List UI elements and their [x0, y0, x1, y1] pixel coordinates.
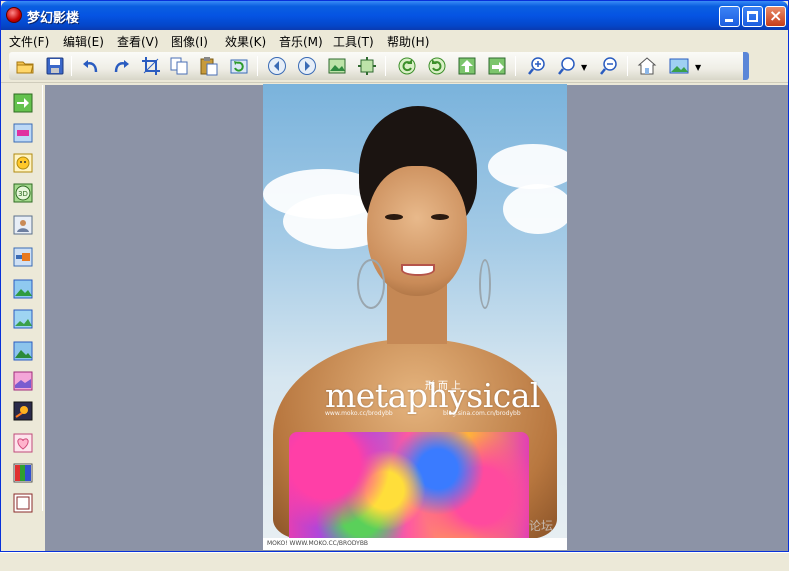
photo-cloud: [503, 184, 567, 234]
toolbar-separator: [515, 56, 516, 76]
displayed-photo: 形而上 metaphysical www.moko.cc/brodybb blo…: [263, 84, 567, 550]
photo-eye: [385, 214, 403, 220]
actual-size-icon[interactable]: [357, 56, 377, 76]
wallpaper-icon[interactable]: [669, 56, 689, 76]
next-icon[interactable]: [297, 56, 317, 76]
title-bar[interactable]: 梦幻影楼 ×: [1, 1, 788, 30]
redo-icon[interactable]: [111, 56, 131, 76]
zoom-in-icon[interactable]: [527, 56, 547, 76]
previous-icon[interactable]: [267, 56, 287, 76]
menu-edit[interactable]: 编辑(E): [63, 33, 104, 50]
photo-earring: [479, 259, 491, 309]
app-logo-icon: [6, 7, 22, 23]
portrait-icon[interactable]: [13, 215, 33, 235]
rotate-right-icon[interactable]: [427, 56, 447, 76]
heart-scene-icon[interactable]: [13, 371, 33, 391]
heart-icon[interactable]: [13, 433, 33, 453]
effects-sidebar: 3D: [5, 85, 43, 513]
landscape-alt-icon[interactable]: [13, 309, 33, 329]
photo-footer-caption: MOKO! WWW.MOKO.CC/BRODYBB: [267, 540, 369, 547]
menu-file[interactable]: 文件(F): [9, 33, 49, 50]
color-bars-icon[interactable]: [13, 463, 33, 483]
menu-bar: 文件(F) 编辑(E) 查看(V) 图像(I) 效果(K) 音乐(M) 工具(T…: [1, 30, 788, 50]
rotate-left-icon[interactable]: [397, 56, 417, 76]
menu-image[interactable]: 图像(I): [171, 33, 208, 50]
save-icon[interactable]: [45, 56, 65, 76]
menu-music[interactable]: 音乐(M): [279, 33, 323, 50]
scenery-icon[interactable]: [13, 341, 33, 361]
window-title: 梦幻影楼: [27, 11, 80, 26]
home-icon[interactable]: [637, 56, 657, 76]
menu-tools[interactable]: 工具(T): [333, 33, 374, 50]
toolbar-separator: [71, 56, 72, 76]
maximize-icon: [747, 11, 758, 22]
3d-label: 3D: [18, 190, 28, 198]
toolbar-band: ▼ ▼: [1, 50, 788, 83]
3d-icon[interactable]: 3D: [13, 183, 33, 203]
landscape-icon[interactable]: [13, 279, 33, 299]
frame-icon[interactable]: [13, 247, 33, 267]
star-burst-icon[interactable]: [13, 401, 33, 421]
photo-earring: [357, 259, 385, 309]
toolbar-separator: [385, 56, 386, 76]
zoom-dropdown-icon[interactable]: [557, 56, 577, 76]
open-folder-icon[interactable]: [15, 56, 35, 76]
status-bar: [0, 552, 789, 571]
photo-eye: [431, 214, 449, 220]
move-up-icon[interactable]: [457, 56, 477, 76]
paste-icon[interactable]: [199, 56, 219, 76]
watermark-url-right: blog.sina.com.cn/brodybb: [443, 410, 521, 417]
menu-help[interactable]: 帮助(H): [387, 33, 429, 50]
copy-icon[interactable]: [169, 56, 189, 76]
maximize-button[interactable]: [742, 6, 763, 27]
crop-icon[interactable]: [141, 56, 161, 76]
toolbar-separator: [257, 56, 258, 76]
fit-image-icon[interactable]: [327, 56, 347, 76]
chevron-down-icon[interactable]: ▼: [581, 63, 587, 72]
film-icon[interactable]: [13, 493, 33, 513]
transition-icon[interactable]: [13, 123, 33, 143]
menu-view[interactable]: 查看(V): [117, 33, 159, 50]
smiley-icon[interactable]: [13, 153, 33, 173]
toolbar-separator: [627, 56, 628, 76]
watermark-url-left: www.moko.cc/brodybb: [325, 410, 393, 417]
export-icon[interactable]: [487, 56, 507, 76]
refresh-icon[interactable]: [229, 56, 249, 76]
photo-smile: [401, 264, 435, 276]
close-button[interactable]: ×: [765, 6, 786, 27]
main-toolbar: ▼ ▼: [9, 52, 749, 80]
minimize-button[interactable]: [719, 6, 740, 27]
forum-watermark: 论坛: [529, 519, 554, 533]
photo-garment: [289, 432, 529, 538]
minimize-icon: [725, 19, 733, 22]
go-icon[interactable]: [13, 93, 33, 113]
undo-icon[interactable]: [81, 56, 101, 76]
close-icon: ×: [769, 6, 783, 25]
chevron-down-icon[interactable]: ▼: [695, 63, 701, 72]
menu-effect[interactable]: 效果(K): [225, 33, 266, 50]
zoom-out-icon[interactable]: [599, 56, 619, 76]
